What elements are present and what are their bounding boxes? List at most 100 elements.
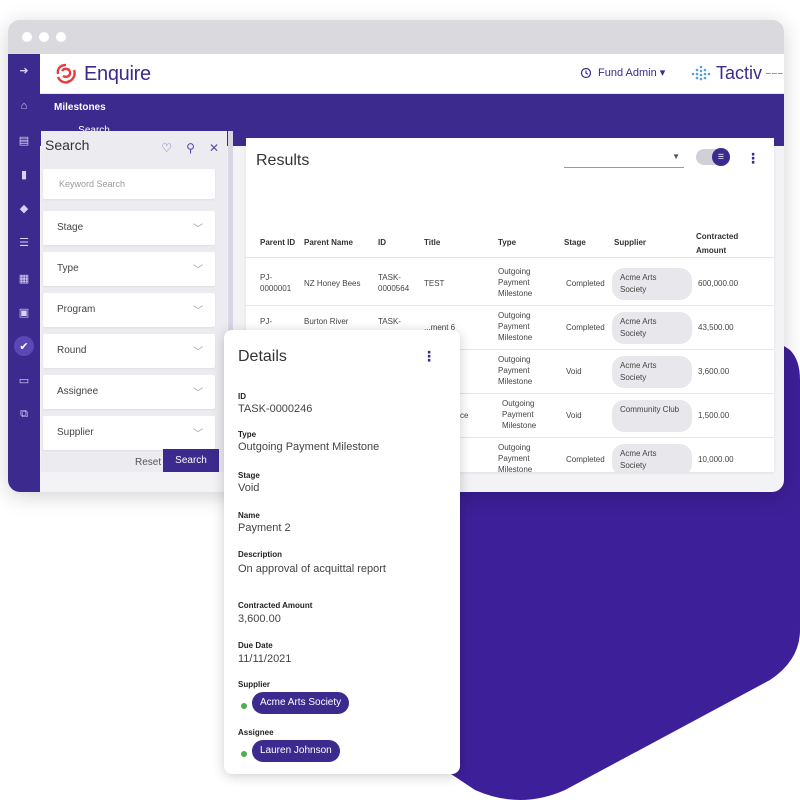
copy-icon[interactable]: ⧉ [14, 404, 34, 424]
column-header[interactable]: ID [378, 238, 386, 247]
supplier-chip[interactable]: Acme Arts Society [612, 444, 692, 472]
due-date-label: Due Date [238, 641, 273, 650]
column-header[interactable]: Title [424, 238, 440, 247]
top-bar: Enquire Fund Admin ▾ Tactiv ━━ ━━ ━━ [40, 54, 784, 94]
chevron-down-icon: ﹀ [193, 265, 203, 276]
favorite-icon[interactable]: ♡ [161, 141, 172, 155]
chevron-down-icon: ﹀ [193, 429, 203, 440]
grid-icon[interactable]: ▦ [14, 268, 34, 288]
round-filter[interactable]: Round ﹀ [43, 334, 215, 368]
supplier-filter[interactable]: Supplier ﹀ [43, 416, 215, 450]
page-title: Milestones [54, 102, 106, 113]
results-view-select[interactable]: ▼ [564, 150, 684, 168]
program-filter[interactable]: Program ﹀ [43, 293, 215, 327]
amount-cell: 43,500.00 [698, 323, 734, 332]
bookmark-icon[interactable]: ▮ [14, 164, 34, 184]
calendar-icon[interactable]: ▤ [14, 130, 34, 150]
amount-cell: 3,600.00 [698, 367, 730, 376]
window-dot[interactable] [22, 32, 32, 42]
chevron-down-icon: ﹀ [193, 306, 203, 317]
supplier-pill[interactable]: Acme Arts Society [252, 692, 350, 714]
search-panel-title: Search [45, 137, 90, 153]
id-value: TASK-0000246 [238, 403, 313, 415]
name-label: Name [238, 511, 260, 520]
column-header[interactable]: Type [498, 238, 516, 247]
reset-button[interactable]: Reset [135, 457, 161, 468]
details-panel: Details ⋮ ID TASK-0000246 Type Outgoing … [224, 330, 460, 774]
supplier-chip[interactable]: Acme Arts Society [612, 312, 692, 344]
list-icon[interactable]: ☰ [14, 232, 34, 252]
user-search-icon[interactable]: ⚲ [186, 141, 195, 155]
stage-label: Stage [238, 471, 260, 480]
type-cell: Outgoing Payment Milestone [498, 355, 533, 386]
status-dot [241, 703, 247, 709]
document-icon[interactable]: ▣ [14, 302, 34, 322]
stage-cell: Completed [566, 455, 605, 464]
search-button[interactable]: Search [163, 449, 219, 472]
title-cell: TEST [424, 279, 445, 288]
more-options-icon[interactable]: ⋮ [746, 150, 760, 167]
column-header[interactable]: Contracted Amount [696, 230, 756, 258]
filter-label: Assignee [57, 386, 99, 397]
type-cell: Outgoing Payment Milestone [498, 267, 533, 298]
supplier-chip[interactable]: Community Club [612, 400, 692, 432]
details-title: Details [238, 348, 287, 365]
assignee-label: Assignee [238, 728, 274, 737]
stage-cell: Void [566, 411, 582, 420]
supplier-chip[interactable]: Acme Arts Society [612, 268, 692, 300]
supplier-label: Supplier [238, 680, 271, 689]
search-panel: Search ♡ ⚲ ✕ Keyword Search Stage ﹀ Type… [41, 131, 227, 472]
id-label: ID [238, 392, 246, 401]
milestones-check-icon[interactable]: ✔ [14, 336, 34, 356]
view-toggle[interactable]: ☰ [696, 148, 730, 166]
stage-filter[interactable]: Stage ﹀ [43, 211, 215, 245]
fund-admin-label: Fund Admin ▾ [598, 67, 666, 79]
stage-cell: Completed [566, 323, 605, 332]
name-value: Payment 2 [238, 522, 291, 534]
contracted-amount-label: Contracted Amount [238, 601, 313, 610]
chevron-down-icon: ﹀ [193, 347, 203, 358]
window-dot[interactable] [56, 32, 66, 42]
column-header[interactable]: Supplier [614, 238, 646, 247]
fund-admin-menu[interactable]: Fund Admin ▾ [580, 66, 665, 79]
dropdown-caret-icon: ▼ [672, 152, 680, 161]
window-titlebar [8, 20, 784, 54]
tactiv-name: Tactiv [716, 63, 763, 83]
type-cell: Outgoing Payment Milestone [498, 311, 533, 342]
filter-label: Program [57, 304, 96, 315]
close-icon[interactable]: ✕ [209, 141, 219, 155]
screen: ➜ ⌂ ▤ ▮ ◆ ☰ ▦ ▣ ✔ ▭ ⧉ Enquire Fund Admin… [0, 0, 800, 800]
column-header[interactable]: Parent Name [304, 238, 353, 247]
enquire-logo-icon [56, 63, 76, 84]
contracted-amount-value: 3,600.00 [238, 613, 281, 625]
type-filter[interactable]: Type ﹀ [43, 252, 215, 286]
enquire-logo[interactable]: Enquire [54, 62, 151, 86]
amount-cell: 10,000.00 [698, 455, 734, 464]
window-dot[interactable] [39, 32, 49, 42]
filter-label: Supplier [57, 427, 94, 438]
layers-icon[interactable]: ◆ [14, 198, 34, 218]
type-cell: Outgoing Payment Milestone [502, 399, 537, 430]
filter-label: Stage [57, 222, 84, 233]
type-cell: Outgoing Payment Milestone [498, 443, 533, 472]
column-header[interactable]: Parent ID [260, 238, 295, 247]
keyword-search-input[interactable]: Keyword Search [43, 169, 215, 199]
toggle-knob-icon: ☰ [712, 148, 730, 166]
assignee-pill[interactable]: Lauren Johnson [252, 740, 340, 762]
search-panel-actions: ♡ ⚲ ✕ [161, 141, 219, 155]
expand-arrow-icon[interactable]: ➜ [14, 60, 34, 80]
table-row[interactable]: PJ-0000001 NZ Honey Bees TASK-0000564 TE… [246, 262, 774, 306]
filter-label: Round [57, 345, 87, 356]
tactiv-logo: Tactiv ━━ ━━ ━━ [690, 63, 784, 84]
status-dot [241, 751, 247, 757]
tactiv-dots-icon [691, 65, 711, 80]
description-label: Description [238, 550, 283, 559]
filter-label: Type [57, 263, 79, 274]
column-header[interactable]: Stage [564, 238, 586, 247]
more-options-icon[interactable]: ⋮ [422, 348, 436, 365]
assignee-filter[interactable]: Assignee ﹀ [43, 375, 215, 409]
parent-name-cell: NZ Honey Bees [304, 279, 361, 288]
supplier-chip[interactable]: Acme Arts Society [612, 356, 692, 388]
home-icon[interactable]: ⌂ [14, 96, 34, 116]
card-icon[interactable]: ▭ [14, 370, 34, 390]
